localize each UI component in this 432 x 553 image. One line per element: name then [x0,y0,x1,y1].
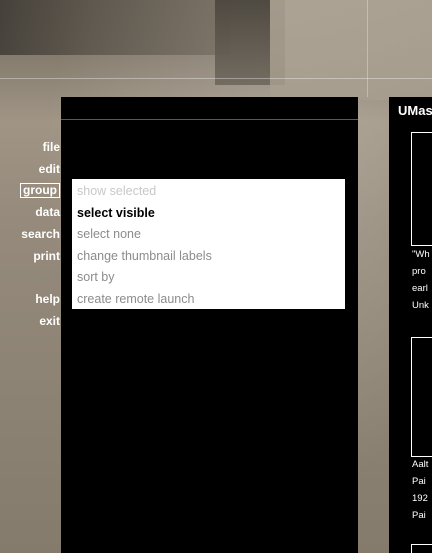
record-thumbnail[interactable] [411,132,432,246]
dropdown-item-select-visible[interactable]: select visible [72,203,345,225]
record-thumbnail[interactable] [411,544,432,553]
record-panel: UMas "Wh pro earl Unk Aalt Pai 192 Pai [389,97,432,553]
menu-item-return[interactable]: return [25,270,60,284]
record-text-line: 192 [412,493,428,504]
menu-item-search[interactable]: search [21,227,60,241]
menu-item-exit[interactable]: exit [39,314,60,328]
menu-item-print[interactable]: print [33,249,60,263]
record-text-line: Unk [412,300,429,311]
thumbnail-panel [61,97,358,553]
dropdown-item-sort-by[interactable]: sort by [72,267,345,289]
background-guide-line [367,0,368,97]
menu-item-edit[interactable]: edit [39,162,60,176]
menu-item-file[interactable]: file [43,140,60,154]
dropdown-item-create-remote-launch[interactable]: create remote launch [72,289,345,311]
background-highlight [270,0,432,100]
record-text-line: pro [412,266,426,277]
record-panel-title: UMas [398,103,432,118]
record-text-line: earl [412,283,428,294]
record-text-line: Pai [412,510,426,521]
record-text-line: "Wh [412,249,430,260]
menu-item-help[interactable]: help [35,292,60,306]
dropdown-item-show-selected[interactable]: show selected [72,181,345,203]
record-text-line: Aalt [412,459,429,470]
record-thumbnail[interactable] [411,337,432,457]
dropdown-item-select-none[interactable]: select none [72,224,345,246]
menu-item-group[interactable]: group [20,183,60,198]
group-dropdown-menu: show selected select visible select none… [72,179,345,309]
panel-divider [61,119,358,120]
record-text-line: Pai [412,476,426,487]
dropdown-item-change-thumbnail-labels[interactable]: change thumbnail labels [72,246,345,268]
background-shadow [0,0,230,55]
menu-item-data[interactable]: data [35,205,60,219]
